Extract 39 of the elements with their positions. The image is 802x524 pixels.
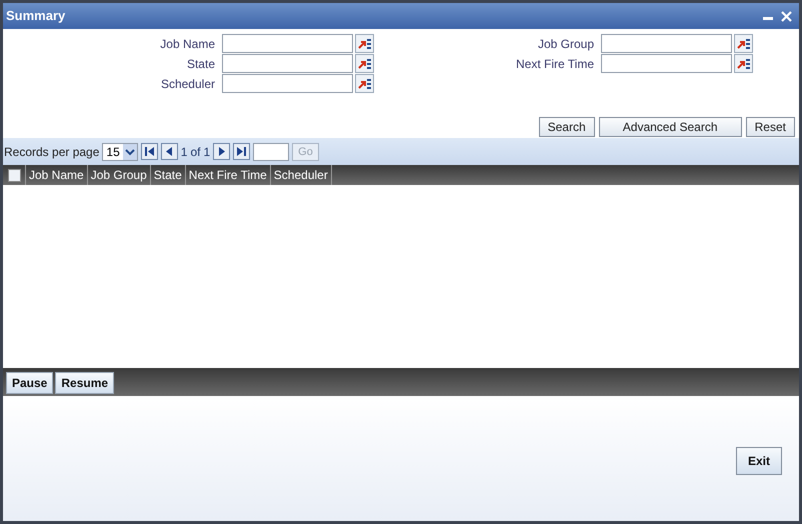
records-per-page-select[interactable]: 15	[102, 142, 138, 160]
list-of-values-button[interactable]	[355, 74, 374, 93]
input-field[interactable]	[222, 34, 353, 53]
list-of-values-button[interactable]	[734, 54, 753, 73]
total-pages: 1	[203, 144, 210, 160]
next-icon	[216, 146, 228, 157]
input-field[interactable]	[601, 54, 732, 73]
close-icon[interactable]	[781, 10, 792, 22]
select-all-checkbox[interactable]	[8, 168, 20, 182]
previous-page-button[interactable]	[160, 143, 178, 160]
current-page: 1	[180, 144, 188, 160]
field-label: Scheduler	[160, 76, 216, 92]
input-field[interactable]	[222, 74, 353, 93]
action-button[interactable]: Resume	[55, 372, 114, 394]
records-per-page-label: Records per page	[4, 144, 100, 160]
list-of-values-button[interactable]	[355, 34, 374, 53]
list-of-values-button[interactable]	[355, 54, 374, 73]
last-page-icon	[236, 146, 248, 157]
page-number-field[interactable]	[253, 142, 290, 160]
window-title: Summary	[6, 7, 66, 26]
search-toolbar-button[interactable]: Reset	[746, 117, 795, 137]
previous-icon	[164, 146, 175, 157]
search-toolbar-button[interactable]: Advanced Search	[598, 117, 742, 137]
input-field[interactable]	[601, 34, 732, 53]
dropdown-icon	[122, 144, 137, 160]
last-page-button[interactable]	[233, 143, 250, 160]
field-label: Next Fire Time	[514, 56, 595, 72]
first-page-icon	[144, 146, 155, 157]
input-field[interactable]	[222, 54, 353, 73]
action-button[interactable]: Pause	[6, 372, 54, 394]
first-page-button[interactable]	[140, 143, 158, 160]
list-of-values-button[interactable]	[734, 34, 753, 53]
exit-button[interactable]: Exit	[736, 446, 782, 474]
field-label: State	[186, 56, 216, 72]
search-toolbar-button[interactable]: Search	[538, 117, 595, 137]
field-label: Job Group	[536, 36, 595, 52]
field-label: Job Name	[159, 36, 216, 52]
next-page-button[interactable]	[213, 143, 230, 160]
of-label: of	[190, 144, 200, 160]
